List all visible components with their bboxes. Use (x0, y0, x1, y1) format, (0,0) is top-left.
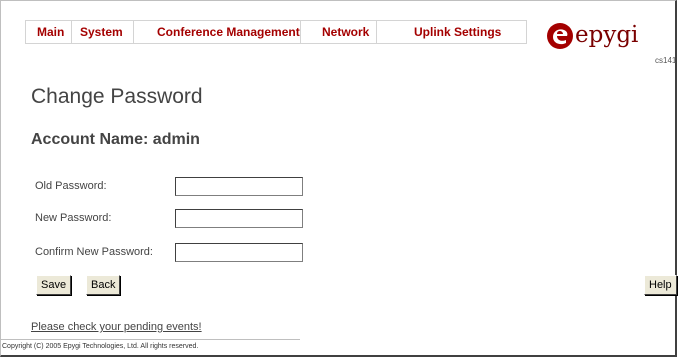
top-navigation: Main System Conference Management Networ… (25, 20, 527, 44)
logo-text: epygi (575, 22, 639, 48)
nav-system[interactable]: System (71, 20, 133, 44)
nav-conference-management[interactable]: Conference Management (133, 20, 300, 44)
nav-uplink-settings[interactable]: Uplink Settings (376, 20, 527, 44)
back-button[interactable]: Back (86, 275, 121, 295)
new-password-field[interactable] (175, 209, 303, 228)
account-name-label: Account Name: admin (31, 131, 200, 148)
confirm-password-label: Confirm New Password: (35, 246, 153, 258)
nav-network[interactable]: Network (300, 20, 376, 44)
old-password-label: Old Password: (35, 180, 107, 192)
old-password-field[interactable] (175, 177, 303, 196)
page-title: Change Password (31, 85, 203, 108)
epygi-logo-icon (547, 23, 573, 49)
confirm-password-field[interactable] (175, 243, 303, 262)
save-button[interactable]: Save (36, 275, 72, 295)
window-frame (0, 0, 677, 357)
nav-main[interactable]: Main (25, 20, 71, 44)
footer-divider (0, 339, 300, 340)
device-code: cs141 (655, 56, 677, 65)
epygi-logo: epygi (546, 18, 638, 50)
new-password-label: New Password: (35, 212, 112, 224)
pending-events-link[interactable]: Please check your pending events! (31, 321, 202, 333)
copyright-text: Copyright (C) 2005 Epygi Technologies, L… (2, 343, 199, 350)
help-button[interactable]: Help (644, 275, 677, 295)
